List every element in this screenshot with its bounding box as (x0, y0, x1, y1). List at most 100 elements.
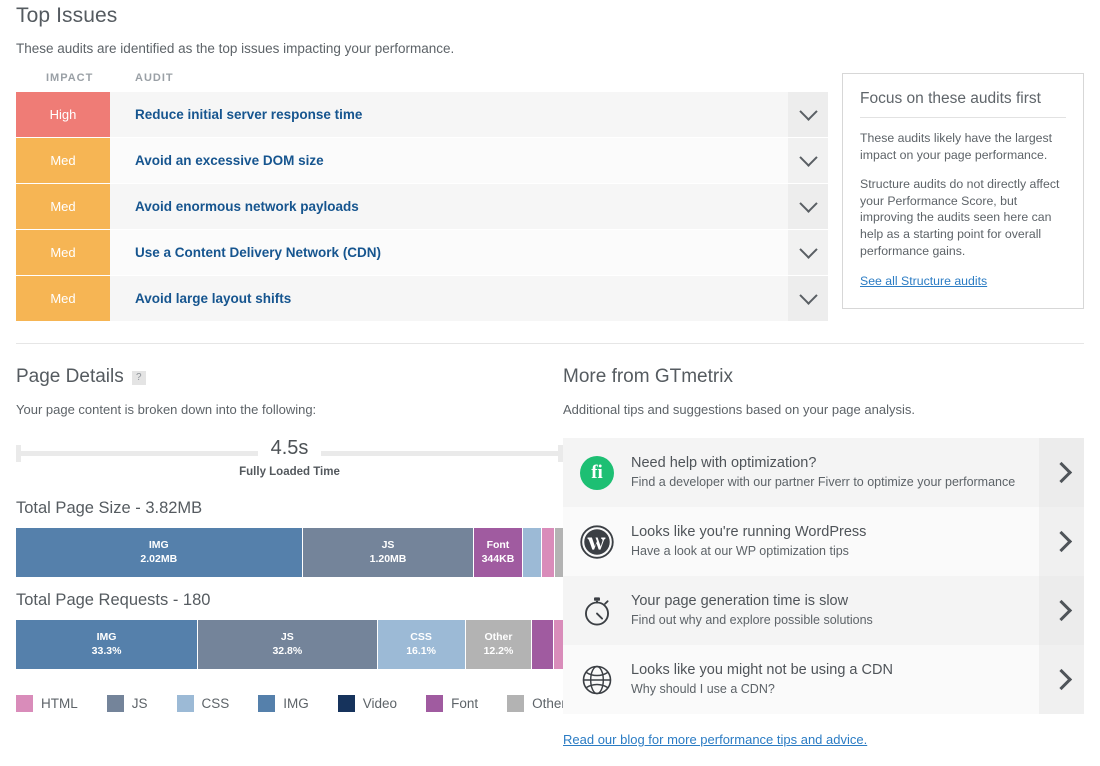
legend-item: Font (426, 695, 478, 712)
page-size-stacked-bar: IMG2.02MBJS1.20MBFont344KB (16, 528, 563, 577)
tip-description: Find out why and explore possible soluti… (631, 612, 1025, 629)
tip-body: Looks like you might not be using a CDN W… (631, 645, 1039, 714)
chevron-right-icon (1051, 462, 1072, 483)
bar-segment[interactable]: IMG2.02MB (16, 528, 303, 577)
more-from-gtmetrix-subtitle: Additional tips and suggestions based on… (563, 402, 1084, 417)
audit-expand-button[interactable] (788, 138, 828, 183)
audit-expand-button[interactable] (788, 276, 828, 321)
bar-segment-category: JS (281, 631, 294, 644)
tip-open-button[interactable] (1039, 507, 1084, 576)
legend-swatch (107, 695, 124, 712)
audit-expand-button[interactable] (788, 92, 828, 137)
globe-icon (579, 662, 615, 698)
page-size-title: Total Page Size - 3.82MB (16, 499, 563, 518)
chevron-right-icon (1051, 669, 1072, 690)
tip-icon-wrap: fi (563, 438, 631, 507)
bar-segment[interactable] (555, 528, 563, 577)
bar-segment-category: JS (382, 539, 395, 552)
legend-item: CSS (177, 695, 230, 712)
page-details-subtitle: Your page content is broken down into th… (16, 402, 563, 417)
tip-open-button[interactable] (1039, 645, 1084, 714)
section-divider (16, 343, 1084, 344)
bar-segment[interactable] (523, 528, 542, 577)
legend-item: HTML (16, 695, 78, 712)
legend-label: IMG (283, 696, 309, 711)
page-requests-title: Total Page Requests - 180 (16, 591, 563, 610)
legend-item: JS (107, 695, 148, 712)
bar-segment[interactable]: IMG33.3% (16, 620, 198, 669)
bar-segment-category: IMG (149, 539, 169, 552)
column-header-audit: AUDIT (110, 72, 174, 84)
legend-label: HTML (41, 696, 78, 711)
audit-row[interactable]: HighReduce initial server response time (16, 92, 828, 137)
bar-segment[interactable] (532, 620, 554, 669)
tips-list: fiNeed help with optimization?Find a dev… (563, 438, 1084, 714)
audit-link[interactable]: Avoid an excessive DOM size (110, 138, 788, 183)
chevron-down-icon (799, 102, 817, 120)
page-details-title: Page Details ? (16, 366, 563, 388)
tip-row[interactable]: fiNeed help with optimization?Find a dev… (563, 438, 1084, 507)
tip-open-button[interactable] (1039, 576, 1084, 645)
bar-segment-value: 33.3% (92, 645, 122, 658)
bar-segment[interactable]: JS32.8% (198, 620, 377, 669)
bar-segment-category: Other (484, 631, 512, 644)
page-details-section: Page Details ? Your page content is brok… (16, 366, 563, 749)
page-details-title-text: Page Details (16, 366, 124, 388)
audit-table-header: IMPACT AUDIT (16, 72, 828, 92)
help-icon[interactable]: ? (132, 371, 146, 385)
legend-item: Other (507, 695, 566, 712)
audit-link[interactable]: Reduce initial server response time (110, 92, 788, 137)
bar-segment[interactable]: JS1.20MB (303, 528, 475, 577)
legend-swatch (507, 695, 524, 712)
bar-segment[interactable] (542, 528, 556, 577)
tip-open-button[interactable] (1039, 438, 1084, 507)
audit-link[interactable]: Avoid large layout shifts (110, 276, 788, 321)
audit-link[interactable]: Avoid enormous network payloads (110, 184, 788, 229)
bar-segment[interactable]: Other12.2% (466, 620, 533, 669)
tip-row[interactable]: Your page generation time is slowFind ou… (563, 576, 1084, 645)
top-issues-subtitle: These audits are identified as the top i… (16, 41, 1084, 56)
tip-description: Why should I use a CDN? (631, 681, 1025, 698)
impact-badge: Med (16, 276, 110, 321)
read-blog-link[interactable]: Read our blog for more performance tips … (563, 732, 867, 747)
legend-label: JS (132, 696, 148, 711)
wordpress-icon (579, 524, 615, 560)
top-issues-section: IMPACT AUDIT HighReduce initial server r… (16, 72, 1084, 322)
legend-label: CSS (202, 696, 230, 711)
fully-loaded-time-value: 4.5s (258, 437, 322, 460)
audit-row[interactable]: MedAvoid enormous network payloads (16, 184, 828, 229)
tip-body: Your page generation time is slowFind ou… (631, 576, 1039, 645)
impact-badge: Med (16, 230, 110, 275)
bar-segment-value: 1.20MB (370, 553, 407, 566)
audit-expand-button[interactable] (788, 184, 828, 229)
audit-link[interactable]: Use a Content Delivery Network (CDN) (110, 230, 788, 275)
tip-description: Have a look at our WP optimization tips (631, 543, 1025, 560)
more-from-gtmetrix-title: More from GTmetrix (563, 366, 1084, 388)
legend-item: IMG (258, 695, 309, 712)
page-title: Top Issues (16, 0, 1084, 28)
bar-segment[interactable]: CSS16.1% (378, 620, 466, 669)
lower-sections: Page Details ? Your page content is brok… (16, 366, 1084, 749)
audit-row[interactable]: MedAvoid large layout shifts (16, 276, 828, 321)
tip-row[interactable]: Looks like you're running WordPressHave … (563, 507, 1084, 576)
audit-row[interactable]: MedAvoid an excessive DOM size (16, 138, 828, 183)
audit-expand-button[interactable] (788, 230, 828, 275)
fiverr-icon: fi (580, 456, 614, 490)
chevron-down-icon (799, 286, 817, 304)
bar-segment[interactable] (554, 620, 563, 669)
legend-swatch (426, 695, 443, 712)
impact-badge: Med (16, 184, 110, 229)
see-all-structure-audits-link[interactable]: See all Structure audits (860, 274, 987, 288)
tip-title: Looks like you might not be using a CDN (631, 662, 1025, 678)
audit-row[interactable]: MedUse a Content Delivery Network (CDN) (16, 230, 828, 275)
bar-segment-category: CSS (410, 631, 432, 644)
chevron-right-icon (1051, 600, 1072, 621)
tip-body: Looks like you're running WordPressHave … (631, 507, 1039, 576)
tip-icon-wrap (563, 507, 631, 576)
column-header-impact: IMPACT (16, 72, 110, 84)
bar-segment[interactable]: Font344KB (474, 528, 522, 577)
focus-panel-paragraph-1: These audits likely have the largest imp… (860, 130, 1066, 164)
bar-segment-value: 12.2% (484, 645, 514, 658)
fully-loaded-time-ruler: 4.5s Fully Loaded Time (16, 439, 563, 485)
tip-row[interactable]: Looks like you might not be using a CDN W… (563, 645, 1084, 714)
